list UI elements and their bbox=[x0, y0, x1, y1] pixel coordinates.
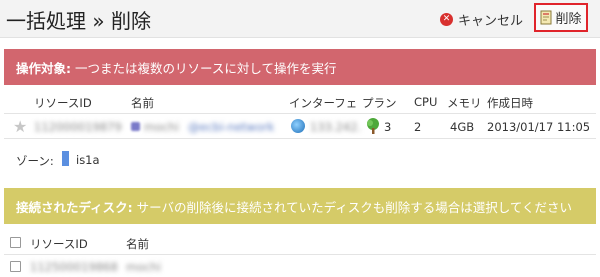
column-header-plan: プラン bbox=[362, 96, 397, 110]
server-icon bbox=[131, 122, 140, 131]
disk-banner: 接続されたディスク: サーバの削除後に接続されていたディスクも削除する場合は選択… bbox=[4, 188, 596, 224]
column-header-resource-id: リソースID bbox=[34, 96, 92, 110]
row-memory: 4GB bbox=[450, 120, 475, 134]
disk-table-row[interactable]: 112500019868 mochi bbox=[4, 254, 596, 277]
row-cpu: 2 bbox=[414, 120, 422, 134]
select-all-disks-checkbox[interactable] bbox=[10, 237, 21, 248]
delete-label: 削除 bbox=[555, 12, 582, 27]
row-name: mochi bbox=[144, 120, 180, 134]
disk-row-checkbox[interactable] bbox=[10, 261, 21, 272]
column-header-created: 作成日時 bbox=[487, 96, 533, 110]
column-header-memory: メモリ bbox=[447, 96, 482, 110]
target-banner: 操作対象: 一つまたは複数のリソースに対して操作を実行 bbox=[4, 49, 596, 85]
disk-column-header-resource-id: リソースID bbox=[30, 237, 88, 251]
target-banner-title: 操作対象: bbox=[16, 60, 71, 76]
target-banner-text: 一つまたは複数のリソースに対して操作を実行 bbox=[75, 60, 337, 76]
star-icon[interactable]: ★ bbox=[13, 117, 27, 136]
zone-color-swatch bbox=[62, 151, 69, 166]
column-header-name: 名前 bbox=[131, 96, 154, 110]
zone-label: ゾーン: bbox=[16, 154, 54, 168]
row-created: 2013/01/17 11:05 bbox=[487, 120, 591, 134]
column-header-interface: インターフェ bbox=[289, 96, 358, 110]
page-title: 一括処理 » 削除 bbox=[6, 9, 151, 33]
cancel-icon: ✕ bbox=[440, 12, 453, 26]
zone-value: is1a bbox=[76, 153, 100, 167]
row-interface: 133.242. bbox=[310, 120, 362, 134]
disk-row-resource-id: 112500019868 bbox=[30, 260, 118, 274]
globe-icon bbox=[291, 119, 305, 133]
row-name-detail: @ecbi-network bbox=[188, 120, 275, 134]
disk-column-header-name: 名前 bbox=[126, 237, 149, 251]
plan-tree-icon bbox=[367, 118, 379, 134]
disk-banner-title: 接続されたディスク: bbox=[16, 199, 133, 215]
row-resource-id: 112000019879 bbox=[34, 120, 122, 134]
disk-banner-text: サーバの削除後に接続されていたディスクも削除する場合は選択してください bbox=[136, 199, 573, 215]
cancel-label: キャンセル bbox=[458, 13, 524, 29]
row-plan: 3 bbox=[384, 120, 392, 134]
delete-button[interactable]: 削除 bbox=[534, 3, 588, 32]
cancel-button[interactable]: ✕ キャンセル bbox=[440, 9, 523, 29]
trash-icon bbox=[540, 10, 552, 25]
disk-row-name: mochi bbox=[126, 260, 162, 274]
page-header: 一括処理 » 削除 ✕ キャンセル 削除 bbox=[0, 0, 600, 38]
table-row[interactable]: ★ 112000019879 mochi @ecbi-network 133.2… bbox=[4, 113, 596, 139]
column-header-cpu: CPU bbox=[414, 95, 438, 109]
